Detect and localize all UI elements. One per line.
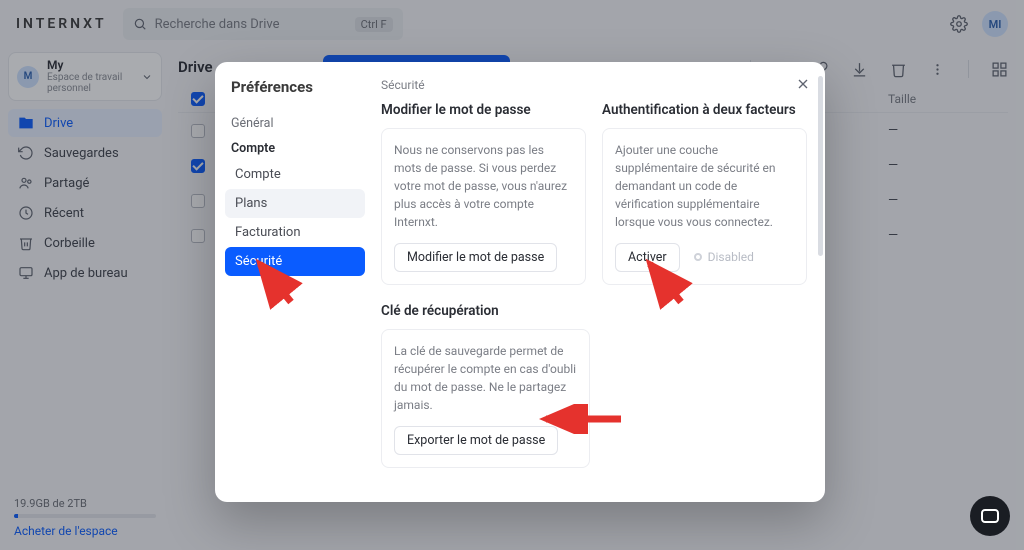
recovery-desc: La clé de sauvegarde permet de récupérer… <box>394 342 577 414</box>
recovery-title: Clé de récupération <box>381 303 590 319</box>
pref-item-plans[interactable]: Plans <box>225 189 365 218</box>
export-password-button[interactable]: Exporter le mot de passe <box>394 426 558 455</box>
pref-group-general[interactable]: Général <box>225 110 365 135</box>
twofa-desc: Ajouter une couche supplémentaire de séc… <box>615 141 794 231</box>
preferences-modal: Préférences Général Compte Compte Plans … <box>215 62 825 502</box>
chat-widget[interactable] <box>970 496 1010 536</box>
password-title: Modifier le mot de passe <box>381 102 586 118</box>
pref-item-security[interactable]: Sécurité <box>225 247 365 276</box>
pref-item-account[interactable]: Compte <box>225 160 365 189</box>
pref-item-billing[interactable]: Facturation <box>225 218 365 247</box>
close-icon[interactable] <box>795 76 811 96</box>
twofa-status: Disabled <box>694 250 754 264</box>
enable-2fa-button[interactable]: Activer <box>615 243 680 272</box>
modal-title: Préférences <box>231 78 359 96</box>
twofa-title: Authentification à deux facteurs <box>602 102 807 118</box>
password-desc: Nous ne conservons pas les mots de passe… <box>394 141 573 231</box>
modal-scrollbar[interactable] <box>818 76 823 256</box>
change-password-button[interactable]: Modifier le mot de passe <box>394 243 557 272</box>
pref-group-account: Compte <box>225 135 365 160</box>
modal-section-label: Sécurité <box>381 78 807 92</box>
